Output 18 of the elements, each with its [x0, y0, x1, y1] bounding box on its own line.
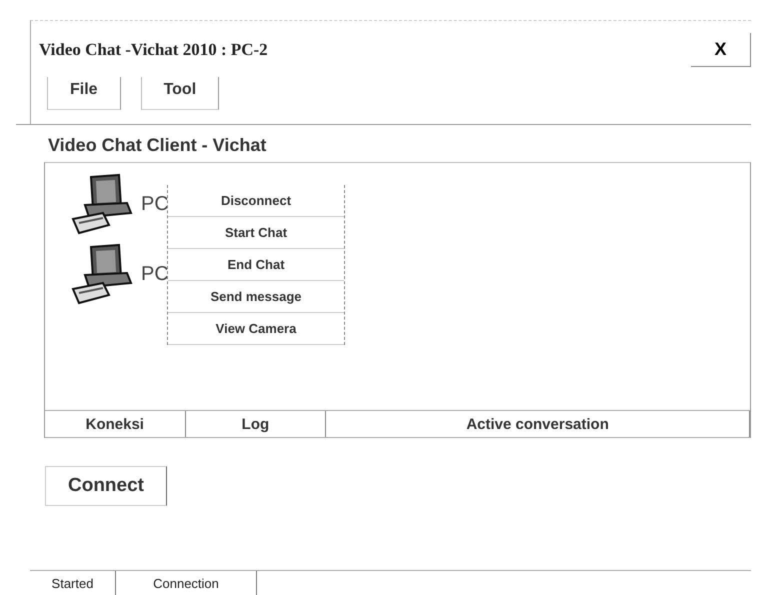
client-heading: Video Chat Client - Vichat — [48, 135, 268, 156]
menu-item[interactable]: Tool — [140, 77, 220, 110]
menu-entry[interactable]: View Camera — [168, 313, 344, 345]
menu-entry[interactable]: Disconnect — [168, 185, 344, 217]
menu-item[interactable]: File — [47, 77, 121, 110]
connect-button[interactable]: Connect — [45, 466, 167, 506]
tab[interactable]: Koneksi — [45, 411, 186, 437]
close-button[interactable]: X — [691, 33, 751, 67]
menu-entry[interactable]: End Chat — [168, 249, 344, 281]
status-cell: Started — [30, 571, 116, 595]
menu-entry[interactable]: Start Chat — [168, 217, 344, 249]
computer-label[interactable]: PC — [141, 192, 169, 216]
tab[interactable]: Log — [186, 411, 326, 437]
menu-entry[interactable]: Send message — [168, 281, 344, 313]
status-cell: Connection — [116, 571, 257, 595]
window-title: Video Chat -Vichat 2010 : PC-2 — [39, 40, 268, 60]
tab[interactable]: Active conversation — [326, 411, 750, 437]
computer-label[interactable]: PC — [141, 262, 169, 286]
